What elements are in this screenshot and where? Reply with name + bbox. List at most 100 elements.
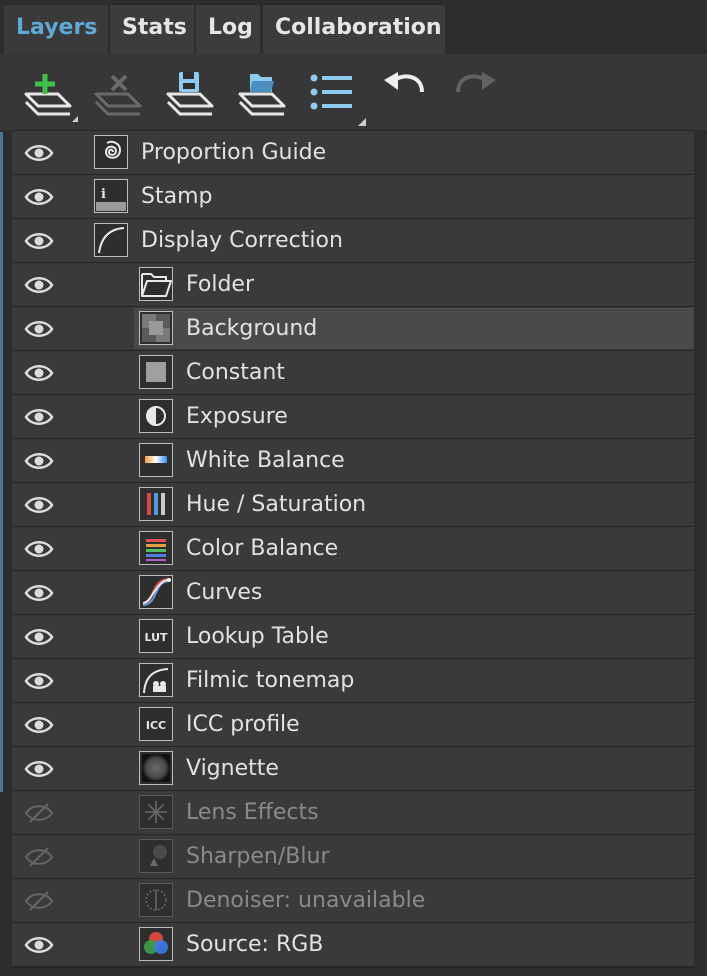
spiral-icon <box>94 135 128 169</box>
undo-icon <box>384 72 424 93</box>
visibility-eye-icon[interactable] <box>24 186 54 208</box>
open-layer-button[interactable] <box>234 64 290 120</box>
undo-button[interactable] <box>380 64 436 120</box>
sharpen-blur-icon <box>139 839 173 873</box>
layer-row[interactable]: ICC ICC profile <box>12 703 694 746</box>
add-layer-icon <box>24 74 78 122</box>
background-icon <box>139 311 173 345</box>
filmic-icon <box>139 663 173 697</box>
layer-label: Proportion Guide <box>141 140 327 165</box>
save-layer-button[interactable] <box>162 64 218 120</box>
layer-label: Constant <box>186 360 285 385</box>
layer-label: Vignette <box>186 756 279 781</box>
layer-label: Color Balance <box>186 536 339 561</box>
visibility-off-icon[interactable] <box>24 846 54 868</box>
layer-label: Curves <box>186 580 263 605</box>
visibility-off-icon[interactable] <box>24 890 54 912</box>
visibility-eye-icon[interactable] <box>24 538 54 560</box>
layer-row[interactable]: Exposure <box>12 395 694 438</box>
layer-label: Lookup Table <box>186 624 329 649</box>
layer-label: ICC profile <box>186 712 300 737</box>
visibility-eye-icon[interactable] <box>24 626 54 648</box>
layer-label: Denoiser: unavailable <box>186 888 426 913</box>
visibility-eye-icon[interactable] <box>24 142 54 164</box>
visibility-eye-icon[interactable] <box>24 450 54 472</box>
add-layer-button[interactable] <box>20 64 78 122</box>
constant-icon <box>139 355 173 389</box>
visibility-eye-icon[interactable] <box>24 406 54 428</box>
info-stamp-icon: i <box>94 179 128 213</box>
denoiser-icon <box>139 883 173 917</box>
layer-row[interactable]: i Stamp <box>12 175 694 218</box>
visibility-eye-icon[interactable] <box>24 494 54 516</box>
tab-layers[interactable]: Layers <box>4 5 108 54</box>
visibility-eye-icon[interactable] <box>24 582 54 604</box>
layer-row[interactable]: Lens Effects <box>12 791 694 834</box>
visibility-eye-icon[interactable] <box>24 230 54 252</box>
redo-icon <box>456 72 496 93</box>
white-balance-icon <box>139 443 173 477</box>
layer-row[interactable]: Folder <box>12 263 694 306</box>
svg-text:LUT: LUT <box>144 631 168 644</box>
layer-label: Hue / Saturation <box>186 492 367 517</box>
curves-icon <box>139 575 173 609</box>
layer-label: Lens Effects <box>186 800 319 825</box>
layer-row[interactable]: Vignette <box>12 747 694 790</box>
visibility-eye-icon[interactable] <box>24 714 54 736</box>
curve-icon <box>94 223 128 257</box>
layer-row[interactable]: White Balance <box>12 439 694 482</box>
layer-row[interactable]: Constant <box>12 351 694 394</box>
svg-text:ICC: ICC <box>146 719 166 732</box>
layer-list-menu-button[interactable] <box>306 64 366 126</box>
save-layer-icon <box>166 72 214 116</box>
layer-row[interactable]: Color Balance <box>12 527 694 570</box>
tab-log[interactable]: Log <box>196 5 260 54</box>
layer-list[interactable]: Proportion Guide i Stamp Display Correction… <box>12 130 694 968</box>
list-icon <box>310 74 366 126</box>
tab-stats[interactable]: Stats <box>110 5 194 54</box>
visibility-eye-icon[interactable] <box>24 934 54 956</box>
layer-label: Background <box>186 316 318 341</box>
visibility-eye-icon[interactable] <box>24 670 54 692</box>
layer-row[interactable]: Sharpen/Blur <box>12 835 694 878</box>
redo-button[interactable] <box>450 64 506 120</box>
layer-row[interactable]: Curves <box>12 571 694 614</box>
lens-effects-icon <box>139 795 173 829</box>
icc-icon: ICC <box>139 707 173 741</box>
visibility-off-icon[interactable] <box>24 802 54 824</box>
layer-row[interactable]: LUT Lookup Table <box>12 615 694 658</box>
layer-row[interactable]: Source: RGB <box>12 923 694 966</box>
layer-label: Filmic tonemap <box>186 668 355 693</box>
source-rgb-icon <box>139 927 173 961</box>
layer-row[interactable]: Denoiser: unavailable <box>12 879 694 922</box>
layers-toolbar <box>0 54 707 130</box>
delete-layer-icon <box>94 74 142 116</box>
lut-icon: LUT <box>139 619 173 653</box>
delete-layer-button[interactable] <box>90 64 146 120</box>
layer-label: White Balance <box>186 448 345 473</box>
layer-row[interactable]: Hue / Saturation <box>12 483 694 526</box>
visibility-eye-icon[interactable] <box>24 362 54 384</box>
tab-collaboration[interactable]: Collaboration <box>263 5 445 54</box>
layer-label: Stamp <box>141 184 213 209</box>
hue-saturation-icon <box>139 487 173 521</box>
layer-row[interactable]: Background <box>12 307 694 350</box>
layer-label: Source: RGB <box>186 932 324 957</box>
vignette-icon <box>139 751 173 785</box>
tab-bar: Layers Stats Log Collaboration <box>0 0 707 54</box>
layer-label: Sharpen/Blur <box>186 844 330 869</box>
layer-row[interactable]: Proportion Guide <box>12 131 694 174</box>
folder-icon <box>139 267 173 301</box>
visibility-eye-icon[interactable] <box>24 758 54 780</box>
visibility-eye-icon[interactable] <box>24 274 54 296</box>
tree-guide-line <box>0 132 3 792</box>
layer-row[interactable]: Display Correction <box>12 219 694 262</box>
exposure-icon <box>139 399 173 433</box>
layer-label: Exposure <box>186 404 288 429</box>
layer-row[interactable]: Filmic tonemap <box>12 659 694 702</box>
open-layer-icon <box>238 74 286 116</box>
color-balance-icon <box>139 531 173 565</box>
visibility-eye-icon[interactable] <box>24 318 54 340</box>
svg-text:i: i <box>101 187 106 202</box>
layer-label: Folder <box>186 272 254 297</box>
